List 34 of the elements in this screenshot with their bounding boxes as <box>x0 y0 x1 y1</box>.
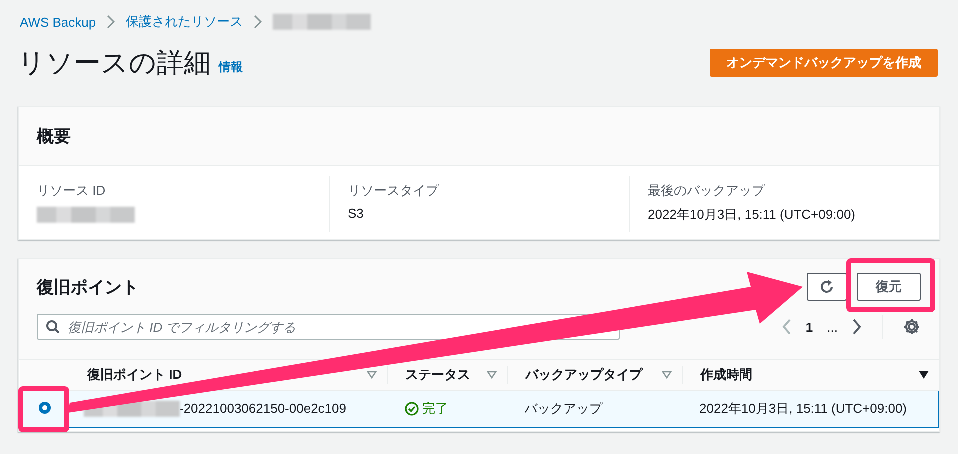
field-value: 2022年10月3日, 15:11 (UTC+09:00) <box>648 206 857 224</box>
section-title: 概要 <box>37 126 71 148</box>
settings-icon[interactable] <box>903 318 921 336</box>
table-cell: バックアップ <box>506 390 682 428</box>
section-title: 復旧ポイント <box>37 276 139 298</box>
breadcrumb-link[interactable]: AWS Backup <box>20 14 96 30</box>
radio-button[interactable] <box>38 400 52 414</box>
field-value: S3 <box>348 206 365 221</box>
page-title: リソースの詳細 <box>18 47 211 80</box>
sort-descending-icon[interactable] <box>918 371 928 379</box>
chevron-icon <box>253 15 264 29</box>
sort-icon[interactable] <box>662 371 672 379</box>
next-page-icon[interactable] <box>852 319 862 335</box>
sort-icon[interactable] <box>366 371 376 379</box>
column-header[interactable]: 復旧ポイント ID <box>88 366 182 384</box>
chevron-icon <box>106 15 116 29</box>
recovery-point-id: -20221003062150-00e2c109 <box>180 400 346 416</box>
info-link[interactable]: 情報 <box>219 58 243 76</box>
success-icon <box>404 402 418 416</box>
page-ellipsis: ... <box>827 320 838 334</box>
sort-icon[interactable] <box>486 371 496 379</box>
field-label: 最後のバックアップ <box>648 182 766 200</box>
field-label: リソースタイプ <box>348 182 440 200</box>
status-text: 完了 <box>422 400 448 418</box>
highlight-box <box>18 386 70 432</box>
field-label: リソース ID <box>37 182 107 200</box>
page-number[interactable]: 1 <box>806 320 814 334</box>
restore-button[interactable]: 復元 <box>857 273 921 301</box>
refresh-button[interactable] <box>807 273 847 301</box>
table-cell: 2022年10月3日, 15:11 (UTC+09:00) <box>682 390 938 428</box>
search-icon <box>46 320 60 334</box>
column-header[interactable]: 作成時間 <box>700 366 752 384</box>
refresh-icon <box>819 279 835 295</box>
breadcrumb-link[interactable]: 保護されたリソース <box>126 13 244 31</box>
